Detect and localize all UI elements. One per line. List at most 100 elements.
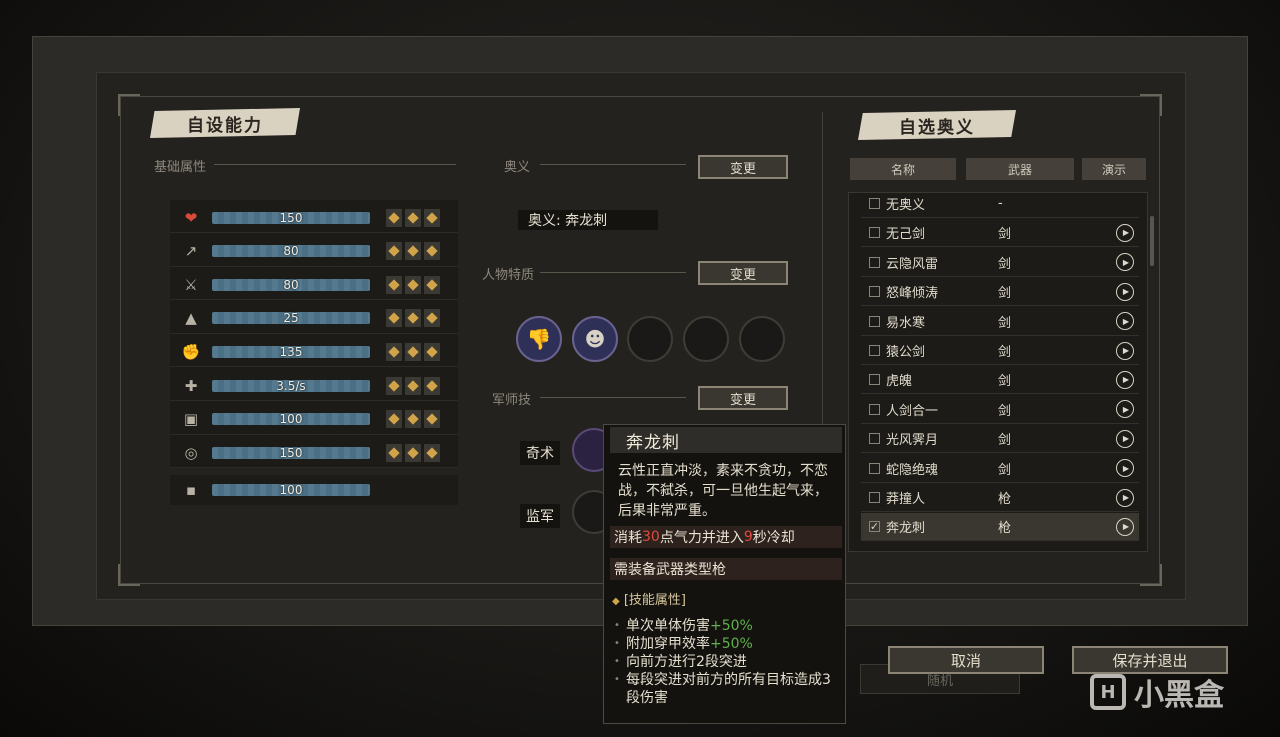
- aoyi-name: 云隐风雷: [886, 256, 939, 272]
- gem-icon[interactable]: [386, 443, 402, 462]
- aoyi-list-item[interactable]: 云隐风雷 剑 ▶: [861, 249, 1139, 277]
- stat-bar: 25: [212, 311, 370, 325]
- aoyi-list-item[interactable]: 无己剑 剑 ▶: [861, 219, 1139, 248]
- gem-icon[interactable]: [386, 309, 402, 328]
- gem-icon[interactable]: [424, 309, 440, 328]
- checkbox[interactable]: [869, 256, 880, 268]
- stat-bar: 150: [212, 446, 370, 460]
- aoyi-list-item[interactable]: 光风霁月 剑 ▶: [861, 425, 1139, 454]
- jianjun-label: 监军: [520, 504, 560, 528]
- checkbox[interactable]: [869, 227, 880, 239]
- aoyi-list-item[interactable]: 猿公剑 剑 ▶: [861, 337, 1139, 365]
- tooltip-description: 云性正直冲淡，素来不贪功，不恋战，不弑杀，可一旦他生起气来，后果非常严重。: [618, 463, 828, 519]
- gem-icon[interactable]: [405, 309, 421, 328]
- aoyi-weapon: 枪: [998, 492, 1012, 507]
- upgrade-gems: [386, 242, 440, 261]
- gem-icon[interactable]: [405, 443, 421, 462]
- play-demo-icon[interactable]: ▶: [1116, 488, 1134, 507]
- cooldown-value: 9: [743, 529, 753, 545]
- gem-icon[interactable]: [386, 376, 402, 395]
- checkbox[interactable]: [869, 403, 880, 415]
- gem-icon[interactable]: [405, 376, 421, 395]
- list-scrollbar[interactable]: [1150, 216, 1154, 266]
- gem-icon[interactable]: [424, 342, 440, 361]
- play-demo-icon[interactable]: ▶: [1116, 400, 1134, 419]
- fist-icon: ✊: [181, 342, 201, 361]
- change-strategist-button[interactable]: 变更: [698, 386, 788, 410]
- column-weapon: 武器: [966, 158, 1074, 180]
- stat-bar: 100: [212, 412, 370, 426]
- face-icon: ☻: [584, 327, 606, 351]
- aoyi-list[interactable]: 无奥义 - 无己剑剑 ▶ 云隐风雷剑 ▶ 怒峰倾涛剑 ▶ 易水寒剑 ▶ 猿公剑剑 ▶ 虎魄剑 ▶ 人剑合一剑…: [848, 192, 1148, 552]
- aoyi-weapon: 剑: [998, 227, 1012, 243]
- attribute-item: 单次单体伤害+50%: [614, 617, 844, 635]
- column-demo: 演示: [1082, 158, 1146, 180]
- skill-tooltip: 奔龙刺 云性正直冲淡，素来不贪功，不恋战，不弑杀，可一旦他生起气来，后果非常严重…: [603, 424, 846, 724]
- stat-bar: 135: [212, 345, 370, 359]
- gem-icon[interactable]: [424, 443, 440, 462]
- aoyi-weapon: -: [998, 196, 1003, 211]
- aoyi-list-item[interactable]: 无奥义 -: [861, 193, 1139, 218]
- play-demo-icon[interactable]: ▶: [1116, 341, 1134, 360]
- trait-slot-thumbs-down[interactable]: 👎: [516, 316, 562, 362]
- checkbox[interactable]: [869, 462, 880, 474]
- gem-icon[interactable]: [386, 410, 402, 429]
- trait-slot-empty[interactable]: [683, 316, 729, 362]
- upgrade-gems: [386, 208, 440, 227]
- swirl-icon: ◎: [184, 443, 198, 462]
- blade-icon: ⚔: [184, 275, 198, 294]
- gem-icon[interactable]: [386, 242, 402, 261]
- gem-icon[interactable]: [405, 342, 421, 361]
- play-demo-icon[interactable]: ▶: [1116, 459, 1134, 478]
- checkbox[interactable]: [869, 198, 880, 209]
- aoyi-list-item[interactable]: 人剑合一 剑 ▶: [861, 396, 1139, 424]
- play-demo-icon[interactable]: ▶: [1116, 312, 1134, 331]
- gem-icon[interactable]: [386, 208, 402, 227]
- aoyi-list-item[interactable]: 虎魄 剑 ▶: [861, 366, 1139, 395]
- play-demo-icon[interactable]: ▶: [1116, 282, 1134, 301]
- play-demo-icon[interactable]: ▶: [1116, 223, 1134, 242]
- checkbox[interactable]: [869, 286, 880, 298]
- checkbox[interactable]: [869, 315, 880, 327]
- change-aoyi-button[interactable]: 变更: [698, 155, 788, 179]
- checkbox[interactable]: [869, 492, 880, 503]
- aoyi-list-item[interactable]: ✓ 奔龙刺 枪 ▶: [861, 513, 1139, 542]
- gem-icon[interactable]: [405, 275, 421, 294]
- aoyi-list-item[interactable]: 怒峰倾涛 剑 ▶: [861, 278, 1139, 307]
- play-demo-icon[interactable]: ▶: [1116, 370, 1134, 389]
- gem-icon[interactable]: [424, 275, 440, 294]
- checkbox[interactable]: ✓: [869, 520, 880, 533]
- strategist-label: 军师技: [492, 393, 532, 408]
- gem-icon[interactable]: [405, 208, 421, 227]
- play-demo-icon[interactable]: ▶: [1116, 429, 1134, 448]
- checkbox[interactable]: [869, 374, 880, 386]
- aoyi-list-item[interactable]: 蛇隐绝魂 剑 ▶: [861, 455, 1139, 483]
- aoyi-name: 怒峰倾涛: [886, 286, 939, 302]
- gem-icon[interactable]: [386, 275, 402, 294]
- trait-slot-empty[interactable]: [739, 316, 785, 362]
- aoyi-name: 蛇隐绝魂: [886, 462, 939, 478]
- gem-icon[interactable]: [424, 242, 440, 261]
- play-demo-icon[interactable]: ▶: [1116, 253, 1134, 272]
- aoyi-name: 莽撞人: [886, 492, 926, 507]
- gem-icon[interactable]: [424, 208, 440, 227]
- checkbox[interactable]: [869, 433, 880, 445]
- aoyi-list-item[interactable]: 莽撞人 枪 ▶: [861, 484, 1139, 512]
- stat-bar: 80: [212, 244, 370, 258]
- change-traits-button[interactable]: 变更: [698, 261, 788, 285]
- gem-icon[interactable]: [386, 342, 402, 361]
- gem-icon[interactable]: [424, 376, 440, 395]
- play-demo-icon[interactable]: ▶: [1116, 517, 1134, 536]
- cost-suffix: 秒冷却: [752, 530, 795, 546]
- gem-icon[interactable]: [424, 410, 440, 429]
- aoyi-list-item[interactable]: 易水寒 剑 ▶: [861, 308, 1139, 336]
- trait-slot-character[interactable]: ☻: [572, 316, 618, 362]
- aoyi-name: 猿公剑: [886, 345, 926, 360]
- trait-slot-empty[interactable]: [627, 316, 673, 362]
- cancel-button[interactable]: 取消: [888, 646, 1044, 674]
- skill-attributes-label: [技能属性]: [623, 593, 686, 608]
- gem-icon[interactable]: [405, 410, 421, 429]
- checkbox[interactable]: [869, 345, 880, 356]
- qishu-label: 奇术: [520, 441, 560, 465]
- gem-icon[interactable]: [405, 242, 421, 261]
